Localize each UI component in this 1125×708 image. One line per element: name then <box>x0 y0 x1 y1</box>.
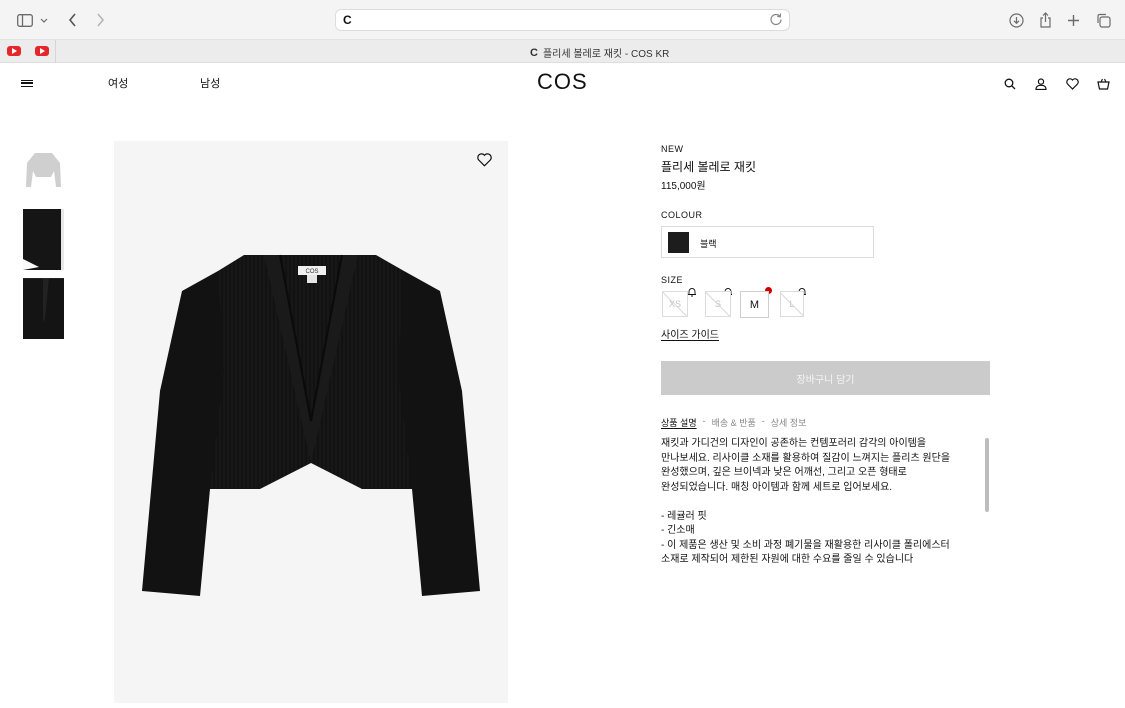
bell-icon[interactable] <box>687 284 697 297</box>
tab-separator: - <box>702 416 706 426</box>
description-text: 재킷과 가디건의 디자인이 공존하는 컨템포러리 감각의 아이템을 만나보세요.… <box>661 438 951 565</box>
size-option-m[interactable]: M <box>740 291 769 318</box>
info-tabs: 상품 설명 - 배송 & 반품 - 상세 정보 <box>661 416 806 429</box>
download-icon[interactable] <box>1007 11 1025 29</box>
sidebar-toggle-icon[interactable] <box>16 11 34 29</box>
address-bar[interactable]: C <box>335 9 790 31</box>
add-to-cart-button[interactable]: 장바구니 담기 <box>661 361 990 395</box>
tab-favicon: C <box>530 46 538 59</box>
bag-icon[interactable] <box>1096 77 1110 91</box>
size-option-l[interactable]: L <box>780 291 804 317</box>
colour-swatch[interactable] <box>668 232 689 253</box>
tab-title: 플리세 볼레로 재킷 - COS KR <box>542 49 670 60</box>
heart-icon[interactable] <box>477 153 492 172</box>
tab-shipping[interactable]: 배송 & 반품 <box>712 416 756 429</box>
care-label-text: COS <box>305 269 318 275</box>
share-icon[interactable] <box>1036 11 1054 29</box>
tab-description[interactable]: 상품 설명 <box>661 416 697 429</box>
forward-icon[interactable] <box>91 11 109 29</box>
size-label: SIZE <box>661 275 684 285</box>
browser-toolbar: C <box>0 0 1125 40</box>
thumbnail-2[interactable] <box>23 209 64 270</box>
site-favicon: C <box>343 13 352 27</box>
new-tab-icon[interactable] <box>1064 11 1082 29</box>
size-option-xs[interactable]: XS <box>662 291 688 317</box>
thumbnail-3[interactable] <box>23 278 64 339</box>
nav-women[interactable]: 여성 <box>108 75 128 91</box>
wishlist-icon[interactable] <box>1065 77 1079 91</box>
new-badge: NEW <box>661 144 684 154</box>
youtube-icon[interactable] <box>35 46 49 56</box>
tab-bar: C 플리세 볼레로 재킷 - COS KR <box>0 40 1125 63</box>
colour-selector[interactable]: 블랙 <box>661 226 874 258</box>
size-option-s[interactable]: S <box>705 291 731 317</box>
product-description: 재킷과 가디건의 디자인이 공존하는 컨템포러리 감각의 아이템을 만나보세요.… <box>661 437 981 568</box>
description-scrollbar[interactable] <box>985 438 989 512</box>
jacket-illustration: COS <box>142 254 480 596</box>
chevron-down-icon[interactable] <box>38 11 50 29</box>
search-icon[interactable] <box>1003 77 1017 91</box>
colour-label: COLOUR <box>661 210 703 220</box>
youtube-icon[interactable] <box>7 46 21 56</box>
nav-men[interactable]: 남성 <box>200 75 220 91</box>
account-icon[interactable] <box>1034 77 1048 91</box>
menu-icon[interactable] <box>21 80 33 87</box>
active-tab[interactable]: C 플리세 볼레로 재킷 - COS KR <box>530 45 670 61</box>
product-image[interactable]: COS <box>114 141 508 703</box>
product-price: 115,000원 <box>661 181 706 192</box>
reload-icon[interactable] <box>769 12 783 31</box>
tab-details[interactable]: 상세 정보 <box>771 416 807 429</box>
tab-overview-icon[interactable] <box>1094 11 1112 29</box>
logo[interactable]: COS <box>537 69 588 95</box>
site-header: 여성 남성 COS <box>0 63 1125 103</box>
thumbnail-1[interactable] <box>23 141 64 202</box>
product-name: 플리세 볼레로 재킷 <box>661 160 756 174</box>
back-icon[interactable] <box>63 11 81 29</box>
tab-separator: - <box>761 416 765 426</box>
size-guide-link[interactable]: 사이즈 가이드 <box>661 326 719 341</box>
colour-name: 블랙 <box>700 239 717 249</box>
